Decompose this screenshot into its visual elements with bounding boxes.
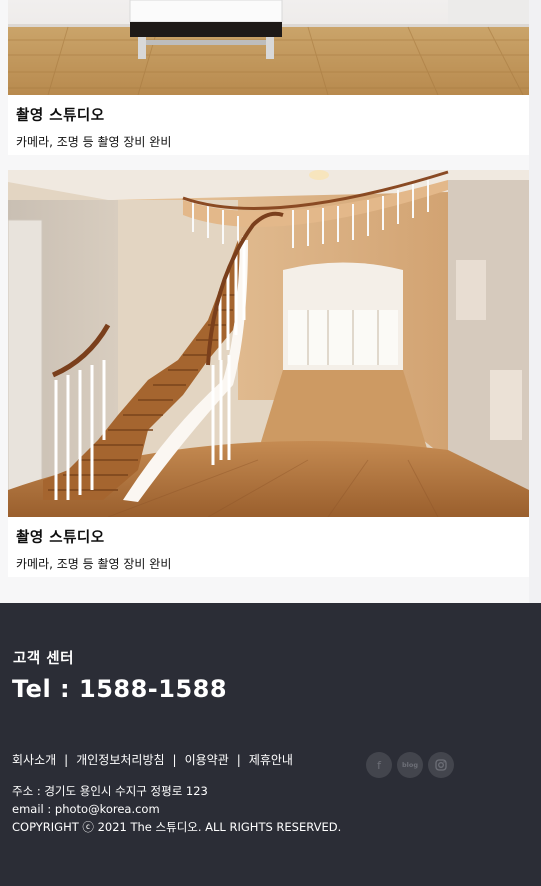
- site-footer: 고객 센터 Tel : 1588-1588 회사소개 | 개인정보처리방침 | 이용약관…: [0, 603, 541, 886]
- footer-links: 회사소개 | 개인정보처리방침 | 이용약관 | 제휴안내: [12, 751, 293, 768]
- copyright-text: COPYRIGHT ⓒ 2021 The 스튜디오. ALL RIGHTS RE…: [12, 820, 342, 834]
- link-separator: |: [236, 753, 241, 767]
- studio-card[interactable]: 촬영 스튜디오 카메라, 조명 등 촬영 장비 완비: [8, 170, 529, 577]
- footer-link-partnership[interactable]: 제휴안내: [249, 753, 293, 767]
- card-title: 촬영 스튜디오: [16, 530, 105, 546]
- studio-photo-staircase: [8, 170, 529, 517]
- blog-icon[interactable]: blog: [397, 752, 423, 778]
- facebook-icon[interactable]: f: [366, 752, 392, 778]
- studio-photo-sofa: [8, 0, 529, 95]
- email-text: email : photo@korea.com: [12, 802, 160, 816]
- instagram-icon[interactable]: [428, 752, 454, 778]
- footer-link-privacy[interactable]: 개인정보처리방침: [76, 753, 164, 767]
- customer-center-title: 고객 센터: [13, 651, 74, 667]
- card-description: 카메라, 조명 등 촬영 장비 완비: [16, 135, 172, 149]
- footer-link-about[interactable]: 회사소개: [12, 753, 56, 767]
- studio-card[interactable]: 촬영 스튜디오 카메라, 조명 등 촬영 장비 완비: [8, 0, 529, 155]
- card-description: 카메라, 조명 등 촬영 장비 완비: [16, 557, 172, 571]
- phone-number[interactable]: Tel : 1588-1588: [12, 675, 227, 703]
- address-text: 주소 : 경기도 용인시 수지구 정평로 123: [12, 784, 208, 798]
- link-separator: |: [64, 753, 69, 767]
- company-info: 주소 : 경기도 용인시 수지구 정평로 123 email : photo@k…: [12, 782, 341, 836]
- link-separator: |: [172, 753, 177, 767]
- card-title: 촬영 스튜디오: [16, 108, 105, 124]
- social-links: f blog: [366, 752, 454, 778]
- footer-link-terms[interactable]: 이용약관: [185, 753, 229, 767]
